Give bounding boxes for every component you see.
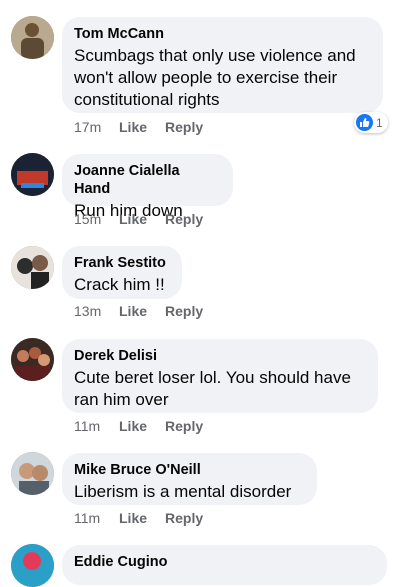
reply-button[interactable]: Reply xyxy=(165,211,203,227)
comment-text: Liberism is a mental disorder xyxy=(74,482,292,501)
comment-author[interactable]: Mike Bruce O'Neill xyxy=(74,461,303,479)
comment-text: Crack him !! xyxy=(74,275,165,294)
comment-actions: 13m Like Reply xyxy=(74,303,203,319)
avatar[interactable] xyxy=(11,246,54,289)
comment-time[interactable]: 15m xyxy=(74,211,119,227)
comment-actions: 17m Like Reply xyxy=(74,119,203,135)
reply-button[interactable]: Reply xyxy=(165,510,203,526)
like-button[interactable]: Like xyxy=(119,418,165,434)
comment-time[interactable]: 11m xyxy=(74,510,119,526)
comment-bubble: Joanne Cialella Hand Run him down xyxy=(62,154,233,220)
reaction-count: 1 xyxy=(376,115,383,130)
comment-time[interactable]: 13m xyxy=(74,303,119,319)
comment-author[interactable]: Tom McCann xyxy=(74,25,369,43)
comment-bubble: Tom McCann Scumbags that only use violen… xyxy=(62,17,383,113)
like-button[interactable]: Like xyxy=(119,510,165,526)
comment-time[interactable]: 17m xyxy=(74,119,119,135)
comment-author[interactable]: Joanne Cialella Hand xyxy=(74,162,219,198)
reaction-badge[interactable]: 1 xyxy=(354,112,388,133)
comment-author[interactable]: Frank Sestito xyxy=(74,254,168,272)
comment-author[interactable]: Eddie Cugino xyxy=(74,553,373,571)
comment-text: Scumbags that only use violence and won'… xyxy=(74,46,356,109)
like-button[interactable]: Like xyxy=(119,303,165,319)
comment-bubble: Frank Sestito Crack him !! xyxy=(62,246,182,299)
avatar[interactable] xyxy=(11,544,54,587)
avatar[interactable] xyxy=(11,16,54,59)
like-button[interactable]: Like xyxy=(119,211,165,227)
reply-button[interactable]: Reply xyxy=(165,119,203,135)
comment-bubble: Mike Bruce O'Neill Liberism is a mental … xyxy=(62,453,317,505)
avatar[interactable] xyxy=(11,452,54,495)
comment-bubble: Eddie Cugino xyxy=(62,545,387,585)
avatar[interactable] xyxy=(11,338,54,381)
comment-actions: 11m Like Reply xyxy=(74,418,203,434)
avatar[interactable] xyxy=(11,153,54,196)
reply-button[interactable]: Reply xyxy=(165,303,203,319)
comment-author[interactable]: Derek Delisi xyxy=(74,347,364,365)
reply-button[interactable]: Reply xyxy=(165,418,203,434)
thumbs-up-icon xyxy=(356,114,373,131)
comment-actions: 15m Like Reply xyxy=(74,211,203,227)
comment-bubble: Derek Delisi Cute beret loser lol. You s… xyxy=(62,339,378,413)
comment-actions: 11m Like Reply xyxy=(74,510,203,526)
comment-text: Cute beret loser lol. You should have ra… xyxy=(74,368,351,409)
like-button[interactable]: Like xyxy=(119,119,165,135)
comment-time[interactable]: 11m xyxy=(74,418,119,434)
